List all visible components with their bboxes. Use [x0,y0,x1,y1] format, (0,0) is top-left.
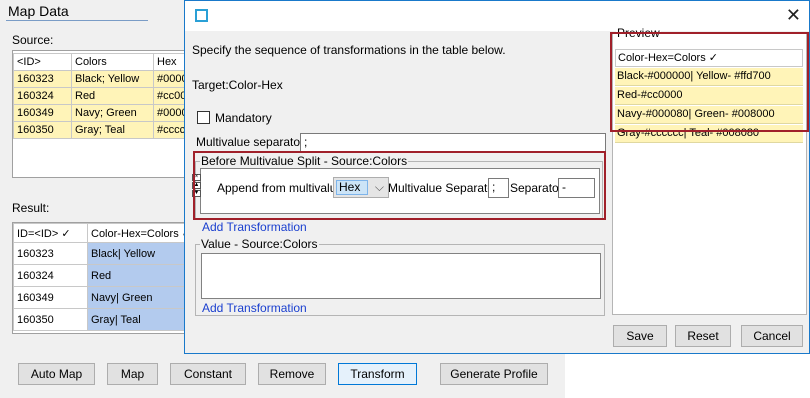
table-header-row: <ID> Colors Hex [13,53,191,71]
table-row[interactable]: 160350 Gray| Teal [13,308,191,331]
cell: Black| Yellow [87,242,191,265]
cell: 160350 [13,308,88,331]
add-transformation-link-2[interactable]: Add Transformation [202,301,307,315]
cell: Black; Yellow [71,70,154,88]
cell: Gray| Teal [87,308,191,331]
add-transformation-link-1[interactable]: Add Transformation [202,220,307,234]
table-row[interactable]: 160323 Black| Yellow [13,242,191,265]
reset-button[interactable]: Reset [675,325,731,347]
col-header-id[interactable]: ID=<ID> ✓ [13,223,88,243]
transform-dialog: ✕ Specify the sequence of transformation… [184,0,810,354]
cell: 160324 [13,87,72,105]
cell: 160323 [13,242,88,265]
cell: 160324 [13,264,88,287]
window-title: Map Data [8,3,69,19]
table-header-row: ID=<ID> ✓ Color-Hex=Colors ✓ [13,223,191,243]
cell: 160350 [13,121,72,139]
transform-button[interactable]: Transform [338,363,417,385]
source-table-panel[interactable]: <ID> Colors Hex 160323 Black; Yellow #00… [12,50,192,178]
auto-map-button[interactable]: Auto Map [18,363,95,385]
dialog-titlebar[interactable]: ✕ [185,1,809,31]
cell: Red [87,264,191,287]
table-row[interactable]: 160350 Gray; Teal #cccc [13,121,191,139]
generate-profile-button[interactable]: Generate Profile [440,363,548,385]
title-underline [6,20,148,21]
constant-button[interactable]: Constant [170,363,246,385]
value-group-title: Value - Source:Colors [200,237,319,251]
cell: Red [71,87,154,105]
instruction-text: Specify the sequence of transformations … [192,43,506,57]
cell: Navy; Green [71,104,154,122]
mandatory-label: Mandatory [215,111,272,125]
table-row[interactable]: 160349 Navy| Green [13,286,191,309]
col-header-color-hex[interactable]: Color-Hex=Colors ✓ [87,223,191,243]
close-icon[interactable]: ✕ [786,6,801,24]
cell: 160323 [13,70,72,88]
col-header-colors[interactable]: Colors [71,53,154,71]
target-label: Target:Color-Hex [192,78,283,92]
table-row[interactable]: 160324 Red [13,264,191,287]
multivalue-separator-label: Multivalue separator [196,135,305,149]
highlight-frame-preview [610,32,809,132]
cell: Navy| Green [87,286,191,309]
result-table-panel[interactable]: ID=<ID> ✓ Color-Hex=Colors ✓ 160323 Blac… [12,222,192,334]
value-transformation-list[interactable] [201,253,601,299]
cell: Gray; Teal [71,121,154,139]
save-button[interactable]: Save [613,325,667,347]
remove-button[interactable]: Remove [258,363,326,385]
app-icon [195,9,208,22]
col-header-id[interactable]: <ID> [13,53,72,71]
highlight-frame-before-split [193,151,606,220]
cell: 160349 [13,286,88,309]
cell: 160349 [13,104,72,122]
source-label: Source: [12,33,54,47]
table-row[interactable]: 160349 Navy; Green #0000 [13,104,191,122]
cancel-button[interactable]: Cancel [741,325,803,347]
result-label: Result: [12,201,50,215]
table-row[interactable]: 160324 Red #cc00 [13,87,191,105]
mandatory-checkbox[interactable] [197,111,210,124]
table-row[interactable]: 160323 Black; Yellow #0000 [13,70,191,88]
map-button[interactable]: Map [107,363,158,385]
multivalue-separator-input[interactable]: ; [300,133,606,152]
